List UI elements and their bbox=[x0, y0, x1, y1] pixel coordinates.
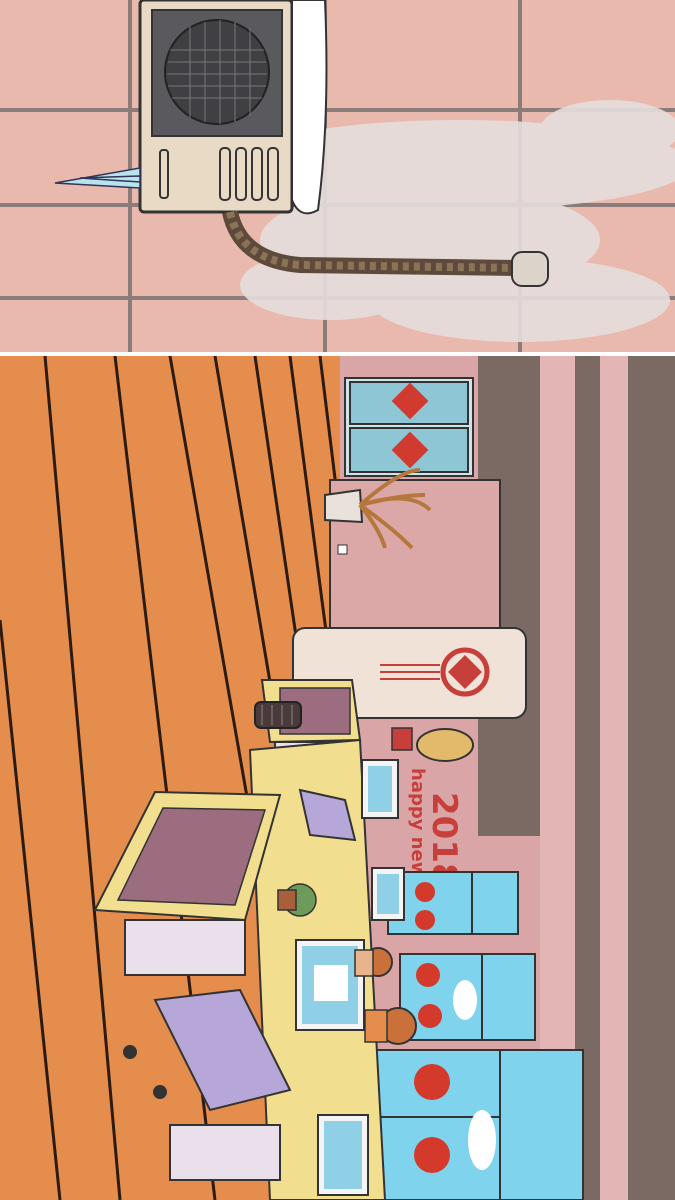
office-door[interactable] bbox=[344, 377, 474, 477]
wall-pipe-hole bbox=[511, 251, 549, 287]
air-conditioner[interactable] bbox=[138, 0, 328, 215]
office-panel: 2018 happy new year bbox=[0, 355, 675, 1200]
monitor-1[interactable] bbox=[361, 759, 399, 819]
game-scene: 2018 happy new year bbox=[0, 0, 675, 1200]
panel-divider bbox=[0, 352, 675, 356]
trash-can[interactable] bbox=[254, 701, 302, 729]
light-switch[interactable] bbox=[337, 544, 348, 555]
office-worker-1[interactable] bbox=[354, 947, 393, 977]
window-2[interactable] bbox=[399, 953, 536, 1041]
fan-grille bbox=[164, 19, 270, 125]
office-worker-2[interactable] bbox=[364, 1007, 417, 1045]
window-1[interactable] bbox=[387, 871, 519, 935]
monitor-4[interactable] bbox=[317, 1114, 369, 1196]
window-3[interactable] bbox=[367, 1049, 584, 1200]
top-panel bbox=[0, 0, 675, 352]
monitor-3[interactable] bbox=[295, 939, 365, 1031]
filing-cabinet[interactable] bbox=[169, 1124, 281, 1181]
monitor-2[interactable] bbox=[371, 867, 405, 921]
snow-cap bbox=[291, 0, 328, 215]
